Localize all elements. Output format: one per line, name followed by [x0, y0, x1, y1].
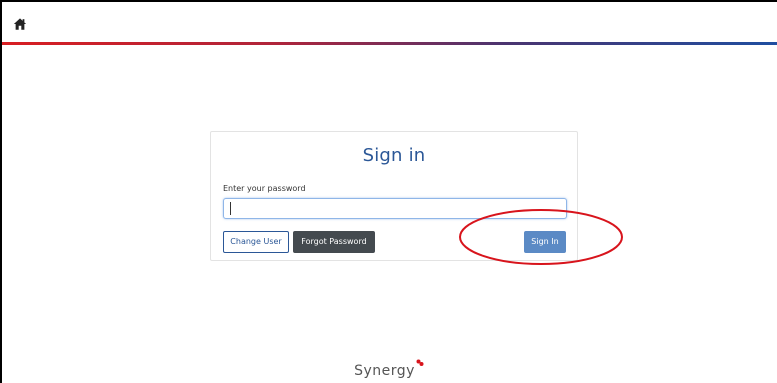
top-bar	[2, 2, 777, 42]
password-label: Enter your password	[223, 184, 306, 193]
sign-in-button[interactable]: Sign In	[524, 231, 566, 253]
home-icon[interactable]	[13, 17, 27, 31]
logo-mark-icon	[416, 359, 424, 366]
logo-text: Synergy	[354, 363, 415, 379]
forgot-password-button[interactable]: Forgot Password	[293, 231, 375, 253]
text-caret	[230, 202, 231, 215]
page-title: Sign in	[362, 145, 426, 166]
footer-logo: Synergy	[0, 359, 777, 379]
sign-in-card: Sign in Enter your password Change User …	[210, 131, 578, 261]
header-accent-line	[2, 42, 777, 45]
password-input[interactable]	[223, 198, 567, 219]
change-user-button[interactable]: Change User	[223, 231, 289, 253]
